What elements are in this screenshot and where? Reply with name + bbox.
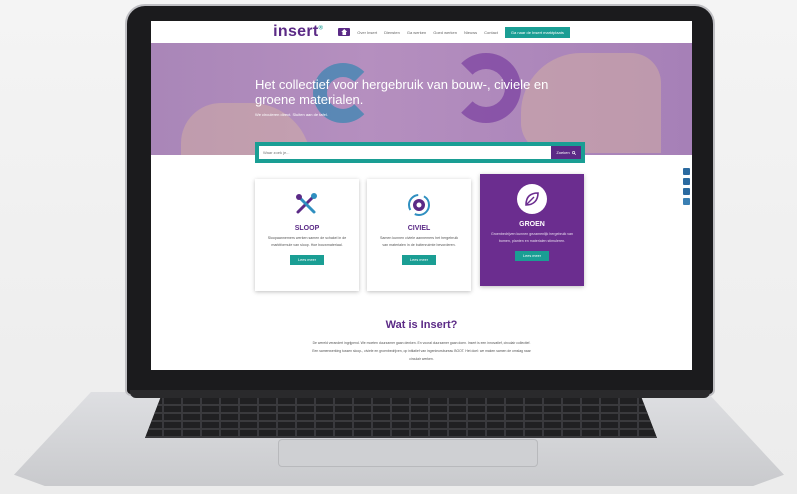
- nav-over-insert[interactable]: Over Insert: [357, 30, 377, 35]
- keyboard: [145, 398, 657, 438]
- youtube-icon[interactable]: [683, 198, 690, 205]
- search-button[interactable]: Zoeken: [551, 146, 581, 159]
- twitter-icon[interactable]: [683, 188, 690, 195]
- home-icon[interactable]: [338, 28, 351, 36]
- marketplace-button[interactable]: Ga naar de Insert marktplaats: [504, 26, 570, 38]
- read-more-button[interactable]: Lees meer: [402, 255, 436, 265]
- card-civiel: CIVIEL Samen kunnen civiele aannemers he…: [367, 179, 471, 291]
- read-more-button[interactable]: Lees meer: [290, 255, 324, 265]
- nav-goed-werken[interactable]: Goed werken: [433, 30, 457, 35]
- site-logo[interactable]: insert®: [273, 23, 323, 41]
- nav-contact[interactable]: Contact: [484, 30, 498, 35]
- card-title: SLOOP: [294, 225, 320, 232]
- card-groen: GROEN Groenbedrijven kunnen gezamenlijk …: [480, 174, 584, 286]
- card-title: GROEN: [519, 221, 545, 228]
- search-button-label: Zoeken: [556, 150, 570, 155]
- tools-icon: [294, 192, 320, 218]
- facebook-icon[interactable]: [683, 178, 690, 185]
- site-header: insert® Over Insert Diensten Ga werken G…: [151, 21, 692, 43]
- hero-title: Het collectief voor hergebruik van bouw-…: [255, 77, 549, 107]
- card-text: Sloopaannemers werken samen de schakel i…: [267, 236, 347, 247]
- laptop-hinge: [130, 390, 710, 398]
- about-title: Wat is Insert?: [385, 319, 458, 331]
- nav-diensten[interactable]: Diensten: [384, 30, 400, 35]
- gear-icon: [406, 192, 432, 218]
- linkedin-icon[interactable]: [683, 168, 690, 175]
- nav-ga-werken[interactable]: Ga werken: [407, 30, 426, 35]
- leaf-icon: [517, 184, 547, 214]
- search-icon: [571, 150, 576, 155]
- read-more-button[interactable]: Lees meer: [515, 251, 549, 261]
- card-text: Samen kunnen civiele aannemers het herge…: [379, 236, 459, 247]
- nav-nieuws[interactable]: Nieuws: [464, 30, 477, 35]
- trackpad: [278, 439, 538, 467]
- card-text: Groenbedrijven kunnen gezamenlijk hergeb…: [490, 232, 574, 243]
- social-bar: [683, 168, 690, 205]
- website-screen: insert® Over Insert Diensten Ga werken G…: [151, 21, 692, 370]
- hero-subtitle: We circuleren direct. Sluiten aan de taf…: [255, 112, 328, 117]
- card-sloop: SLOOP Sloopaannemers werken samen de sch…: [255, 179, 359, 291]
- search-input[interactable]: [259, 146, 551, 159]
- laptop-mockup: insert® Over Insert Diensten Ga werken G…: [0, 0, 797, 494]
- about-text: De wereld verandert ingrijpend. We moete…: [312, 341, 531, 361]
- hero-banner: Het collectief voor hergebruik van bouw-…: [151, 43, 692, 155]
- card-title: CIVIEL: [407, 225, 431, 232]
- search-bar: Zoeken: [255, 142, 585, 163]
